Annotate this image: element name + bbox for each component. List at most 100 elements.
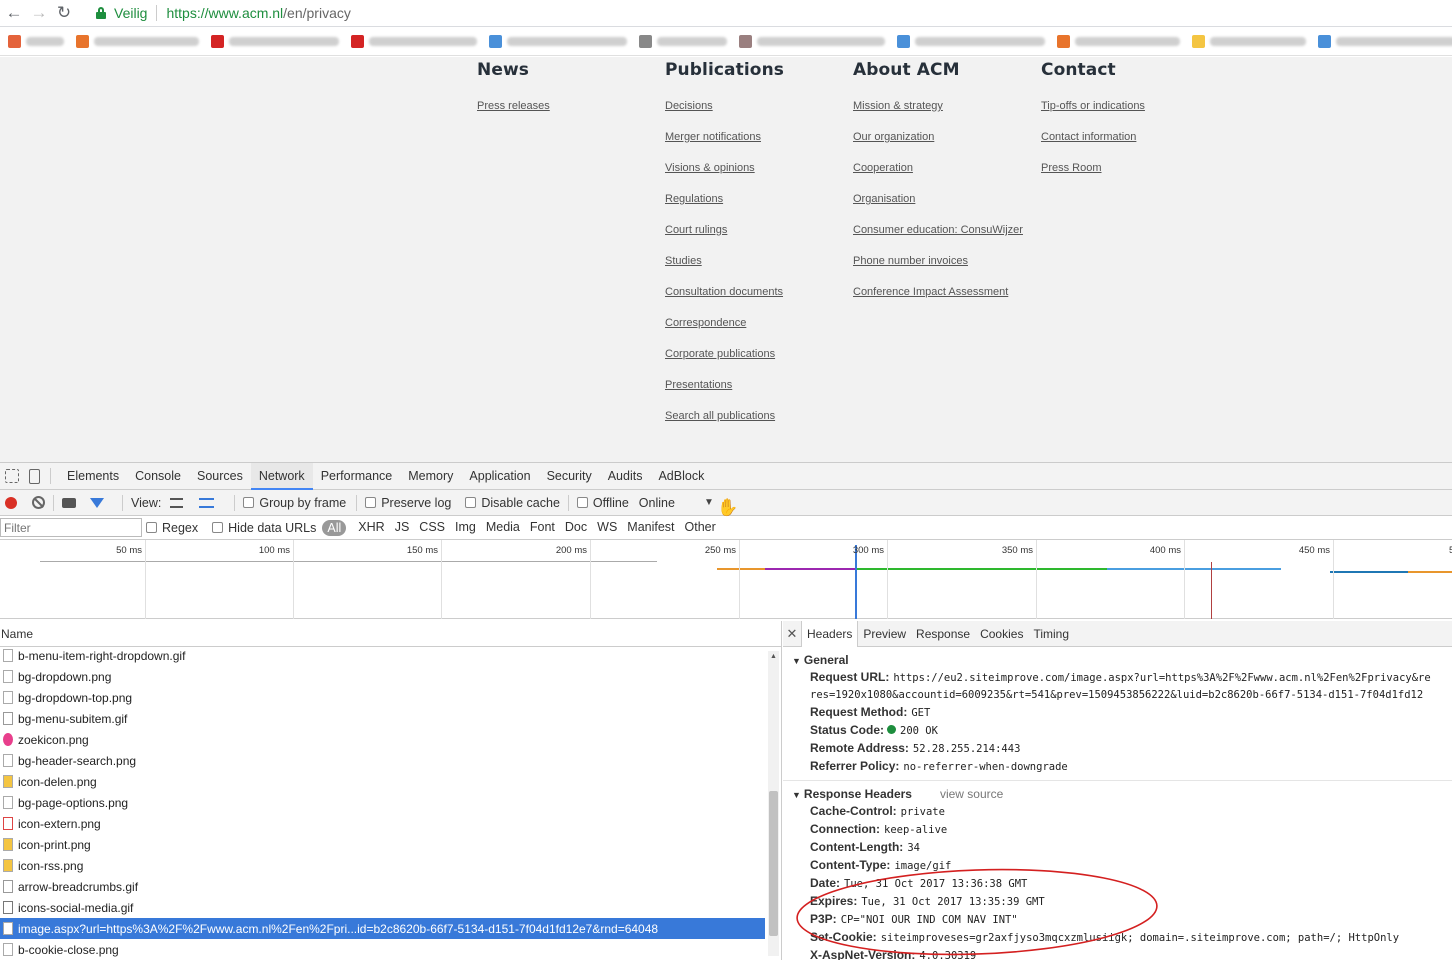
request-row[interactable]: b-cookie-close.png xyxy=(0,939,765,960)
clear-icon[interactable] xyxy=(32,496,45,509)
tab-adblock[interactable]: AdBlock xyxy=(650,463,712,490)
footer-link[interactable]: Cooperation xyxy=(853,162,913,174)
view-source-link[interactable]: view source xyxy=(940,787,1003,801)
filter-type-manifest[interactable]: Manifest xyxy=(627,520,674,536)
waterfall-overview-icon[interactable] xyxy=(199,497,215,508)
footer-link[interactable]: Contact information xyxy=(1041,131,1136,143)
tab-console[interactable]: Console xyxy=(127,463,189,490)
request-row[interactable]: zoekicon.png xyxy=(0,729,765,750)
url-host[interactable]: https://www.acm.nl xyxy=(166,5,283,21)
regex-checkbox[interactable]: Regex xyxy=(146,521,198,535)
request-row[interactable]: bg-header-search.png xyxy=(0,750,765,771)
footer-link[interactable]: Visions & opinions xyxy=(665,162,755,174)
filter-type-font[interactable]: Font xyxy=(530,520,555,536)
filter-type-all[interactable]: All xyxy=(322,519,347,536)
request-row[interactable]: bg-menu-subitem.gif xyxy=(0,708,765,729)
reload-icon[interactable]: ↻ xyxy=(53,2,75,24)
details-tab-timing[interactable]: Timing xyxy=(1028,621,1074,647)
footer-link[interactable]: Mission & strategy xyxy=(853,100,943,112)
footer-link[interactable]: Press Room xyxy=(1041,162,1102,174)
scroll-up-icon[interactable]: ▲ xyxy=(770,653,777,660)
footer-link[interactable]: Correspondence xyxy=(665,317,746,329)
tab-network[interactable]: Network xyxy=(250,462,313,490)
inspect-element-icon[interactable] xyxy=(5,469,19,483)
group-by-frame-checkbox[interactable]: Group by frame xyxy=(243,496,346,510)
filter-type-css[interactable]: CSS xyxy=(419,520,445,536)
filter-type-xhr[interactable]: XHR xyxy=(358,520,384,536)
bookmark-item[interactable] xyxy=(639,35,727,48)
footer-link[interactable]: Phone number invoices xyxy=(853,255,968,267)
filter-type-js[interactable]: JS xyxy=(395,520,410,536)
bookmark-item[interactable] xyxy=(897,35,1045,48)
filter-funnel-icon[interactable] xyxy=(90,497,104,508)
details-tab-headers[interactable]: Headers xyxy=(801,621,859,647)
request-row[interactable]: icon-rss.png xyxy=(0,855,765,876)
footer-link[interactable]: Court rulings xyxy=(665,224,727,236)
filter-type-ws[interactable]: WS xyxy=(597,520,617,536)
footer-link[interactable]: Our organization xyxy=(853,131,934,143)
details-tab-response[interactable]: Response xyxy=(911,621,975,647)
footer-link[interactable]: Conference Impact Assessment xyxy=(853,286,1008,298)
details-tab-preview[interactable]: Preview xyxy=(858,621,911,647)
footer-link[interactable]: Regulations xyxy=(665,193,723,205)
footer-link[interactable]: Press releases xyxy=(477,100,550,112)
throttling-select[interactable]: Online xyxy=(639,496,675,510)
footer-link[interactable]: Consultation documents xyxy=(665,286,783,298)
bookmark-item[interactable] xyxy=(1192,35,1306,48)
tab-application[interactable]: Application xyxy=(461,463,538,490)
bookmark-item[interactable] xyxy=(1057,35,1180,48)
tab-audits[interactable]: Audits xyxy=(600,463,651,490)
request-row[interactable]: icon-delen.png xyxy=(0,771,765,792)
checkbox-box[interactable] xyxy=(576,497,588,508)
tab-sources[interactable]: Sources xyxy=(189,463,251,490)
request-row[interactable]: icon-print.png xyxy=(0,834,765,855)
details-tab-cookies[interactable]: Cookies xyxy=(975,621,1028,647)
footer-link[interactable]: Corporate publications xyxy=(665,348,775,360)
checkbox-box[interactable] xyxy=(243,497,255,508)
bookmark-item[interactable] xyxy=(351,35,477,48)
tab-performance[interactable]: Performance xyxy=(313,463,401,490)
omnibox[interactable]: Veilig https://www.acm.nl/en/privacy xyxy=(90,2,1452,24)
filter-type-media[interactable]: Media xyxy=(486,520,520,536)
checkbox-box[interactable] xyxy=(365,497,377,508)
bookmark-item[interactable] xyxy=(739,35,885,48)
back-arrow-icon[interactable]: ← xyxy=(3,2,25,24)
bookmark-item[interactable] xyxy=(76,35,199,48)
device-toolbar-icon[interactable] xyxy=(29,468,40,484)
tab-elements[interactable]: Elements xyxy=(59,463,127,490)
name-column-header[interactable]: Name xyxy=(0,621,781,647)
bookmark-item[interactable] xyxy=(211,35,339,48)
checkbox-box[interactable] xyxy=(465,497,477,508)
hide-data-urls-checkbox[interactable]: Hide data URLs xyxy=(212,521,316,535)
large-rows-icon[interactable] xyxy=(170,497,184,508)
request-row[interactable]: icon-extern.png xyxy=(0,813,765,834)
footer-link[interactable]: Search all publications xyxy=(665,410,775,422)
request-row[interactable]: image.aspx?url=https%3A%2F%2Fwww.acm.nl%… xyxy=(0,918,765,939)
preserve-log-checkbox[interactable]: Preserve log xyxy=(365,496,451,510)
scroll-thumb[interactable] xyxy=(769,791,778,936)
footer-link[interactable]: Presentations xyxy=(665,379,732,391)
footer-link[interactable]: Tip-offs or indications xyxy=(1041,100,1145,112)
footer-link[interactable]: Consumer education: ConsuWijzer xyxy=(853,224,1023,236)
tab-security[interactable]: Security xyxy=(539,463,600,490)
requests-scrollbar[interactable]: ▲ xyxy=(768,651,779,956)
footer-link[interactable]: Merger notifications xyxy=(665,131,761,143)
response-headers-section-title[interactable]: ▼ Response Headers view source xyxy=(783,786,1452,803)
url-path[interactable]: /en/privacy xyxy=(283,5,351,21)
request-row[interactable]: bg-dropdown.png xyxy=(0,666,765,687)
footer-link[interactable]: Organisation xyxy=(853,193,915,205)
close-icon[interactable]: ✕ xyxy=(783,626,801,642)
offline-checkbox[interactable]: Offline xyxy=(576,496,629,510)
filter-type-other[interactable]: Other xyxy=(685,520,716,536)
checkbox-box[interactable] xyxy=(212,522,224,533)
bookmark-item[interactable] xyxy=(1318,35,1452,48)
footer-link[interactable]: Decisions xyxy=(665,100,713,112)
request-row[interactable]: b-menu-item-right-dropdown.gif xyxy=(0,645,765,666)
footer-link[interactable]: Studies xyxy=(665,255,702,267)
filter-input[interactable] xyxy=(0,518,142,537)
request-row[interactable]: bg-page-options.png xyxy=(0,792,765,813)
forward-arrow-icon[interactable]: → xyxy=(28,2,50,24)
tab-memory[interactable]: Memory xyxy=(400,463,461,490)
request-row[interactable]: arrow-breadcrumbs.gif xyxy=(0,876,765,897)
disable-cache-checkbox[interactable]: Disable cache xyxy=(465,496,560,510)
